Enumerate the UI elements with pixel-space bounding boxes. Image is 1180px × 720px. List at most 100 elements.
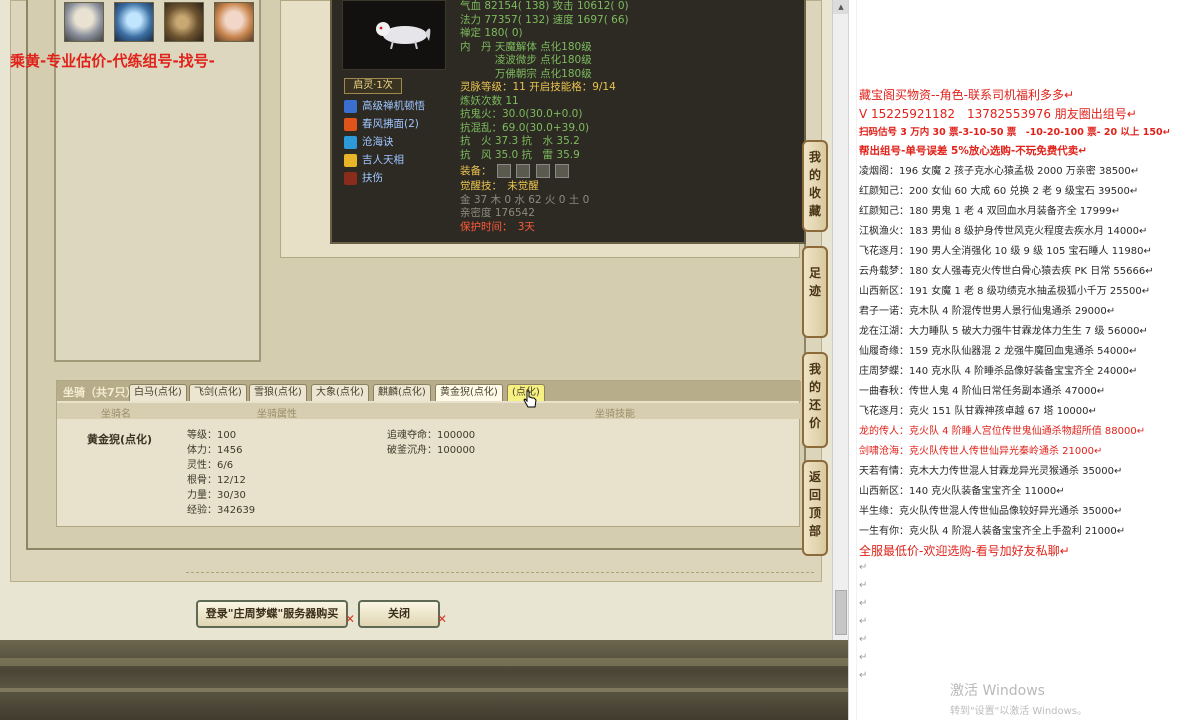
pet-stat-row: 禅定 180( 0) <box>460 27 523 39</box>
equip-slot[interactable] <box>496 164 511 178</box>
doc-paragraph-mark: ↵ <box>859 562 868 573</box>
pet-stat-row: 内 丹 天魔解体 点化180级 <box>460 40 592 53</box>
hand-cursor-icon <box>523 390 537 408</box>
doc-line: 江枫渔火：183 男仙 8 级护身传世风克火程度去疾水月 14000↵ <box>859 226 1148 237</box>
page-scrollbar[interactable]: ▲ <box>832 0 848 640</box>
mount-prop: 灵性：6/6 <box>187 460 234 471</box>
pet-skill-list: 高级禅机顿悟 春风拂面(2) 沧海诀 吉人天相 扶伤 <box>344 98 425 188</box>
pet-stat-row: 抗 风 35.0 抗 雷 35.9 <box>460 148 580 161</box>
tab-mount-6[interactable]: 黄金猊(点化) <box>435 384 503 401</box>
mount-panel: 坐骑（共7只） 白马(点化) 飞剑(点化) 雪狼(点化) 大象(点化) 麒麟(点… <box>56 380 801 527</box>
avatar[interactable] <box>214 2 254 42</box>
pet-stat-row: 抗鬼火：30.0(30.0+0.0) <box>460 108 583 120</box>
equip-slot[interactable] <box>554 164 569 178</box>
doc-paragraph-mark: ↵ <box>859 616 868 627</box>
pet-stat-row: 凌波微步 点化180级 <box>460 54 592 66</box>
pet-skill[interactable]: 扶伤 <box>344 170 425 188</box>
close-button[interactable]: 关闭 ✕ <box>358 600 447 628</box>
scroll-thumb[interactable] <box>835 590 847 635</box>
doc-line: V 15225921182 13782553976 朋友圈出组号↵ <box>859 107 1137 121</box>
doc-line: 飞花逐月：190 男人全消强化 10 级 9 级 105 宝石睡人 11980↵ <box>859 246 1152 257</box>
equip-slot[interactable] <box>535 164 550 178</box>
tab-mount-5[interactable]: 麒麟(点化) <box>373 384 431 401</box>
avatar[interactable] <box>64 2 104 42</box>
tab-mount-3[interactable]: 雪狼(点化) <box>249 384 307 401</box>
mount-props: 等级：100 体力：1456 灵性：6/6 根骨：12/12 力量：30/30 … <box>187 428 255 518</box>
doc-gutter <box>849 0 857 720</box>
pet-info-box: 启灵·1次 高级禅机顿悟 春风拂面(2) 沧海诀 吉人天相 扶伤 气血 8215… <box>330 0 806 244</box>
skill-icon <box>344 154 357 167</box>
mount-prop: 经验：342639 <box>187 505 256 516</box>
doc-line: 一生有你：克火队 4 阶混人装备宝宝齐全上手盈利 21000↵ <box>859 526 1126 537</box>
doc-line: 仙履奇缘：159 克水队仙器混 2 龙强牛魔回血鬼通杀 54000↵ <box>859 346 1138 357</box>
pet-extra-stats: 觉醒技： 未觉醒 金 37 木 0 水 62 火 0 土 0 亲密度 17654… <box>460 180 589 234</box>
doc-paragraph-mark: ↵ <box>859 634 868 645</box>
doc-line: 红颜知己：200 女仙 60 大成 60 兑换 2 老 9 级宝石 39500↵ <box>859 186 1139 197</box>
doc-line: 凌烟阁：196 女魔 2 孩子克水心猿孟极 2000 万亲密 38500↵ <box>859 166 1140 177</box>
doc-line: 帮出组号-单号误差 5%放心选购-不玩免费代卖↵ <box>859 145 1087 157</box>
equip-slot[interactable] <box>516 164 531 178</box>
doc-paragraph-mark: ↵ <box>859 598 868 609</box>
doc-line: 山西新区：140 克火队装备宝宝齐全 11000↵ <box>859 486 1065 497</box>
windows-activation-subtitle: 转到"设置"以激活 Windows。 <box>950 706 1088 717</box>
mount-prop: 力量：30/30 <box>187 490 246 501</box>
text-document[interactable]: 藏宝阁买物资--角色-联系司机福利多多↵ V 15225921182 137825… <box>848 0 1180 720</box>
mount-tabs: 坐骑（共7只） 白马(点化) 飞剑(点化) 雪狼(点化) 大象(点化) 麒麟(点… <box>57 381 801 401</box>
pet-awaken-tag: 启灵·1次 <box>344 78 402 94</box>
page-bottom-decoration <box>0 640 848 720</box>
mount-skills: 追魂夺命：100000 破釜沉舟：100000 <box>387 428 475 458</box>
skill-icon <box>344 100 357 113</box>
side-tab-counter-offers[interactable]: 我的还价 <box>802 352 828 448</box>
pet-portrait <box>342 0 446 70</box>
doc-paragraph-mark: ↵ <box>859 670 868 681</box>
doc-line: 天若有情：克木大力传世混人甘霖龙异光灵猴通杀 35000↵ <box>859 466 1123 477</box>
pet-stat-row: 炼妖次数 11 <box>460 94 519 107</box>
doc-line: 君子一诺：克木队 4 阶混传世男人景行仙鬼通杀 29000↵ <box>859 306 1116 317</box>
page-frame: 启灵·1次 高级禅机顿悟 春风拂面(2) 沧海诀 吉人天相 扶伤 气血 8215… <box>0 0 832 640</box>
mount-prop: 根骨：12/12 <box>187 475 246 486</box>
doc-line: 一曲春秋：传世人鬼 4 阶仙日常任务副本通杀 47000↵ <box>859 386 1106 397</box>
scroll-up-arrow-icon[interactable]: ▲ <box>833 0 848 14</box>
skill-icon <box>344 136 357 149</box>
doc-line: 飞花逐月：克火 151 队甘霖神孩卓越 67 塔 10000↵ <box>859 406 1097 417</box>
close-x-icon: ✕ <box>344 612 355 626</box>
pet-skill[interactable]: 春风拂面(2) <box>344 116 425 134</box>
pet-stats: 气血 82154( 138) 攻击 10612( 0) 法力 77357( 132… <box>460 0 629 162</box>
pet-stat-row: 抗混乱：69.0(30.0+39.0) <box>460 121 590 134</box>
doc-title: 乘黄-专业估价-代练组号-找号- <box>10 52 215 70</box>
mount-name: 黄金猊(点化) <box>87 433 153 446</box>
mount-prop: 体力：1456 <box>187 445 243 456</box>
pet-skill[interactable]: 高级禅机顿悟 <box>344 98 425 116</box>
pet-protect-time: 保护时间： 3天 <box>460 220 535 233</box>
tab-mount-2[interactable]: 飞剑(点化) <box>189 384 247 401</box>
column-header: 坐骑名 <box>101 409 131 420</box>
pet-skill[interactable]: 沧海诀 <box>344 134 425 152</box>
windows-activation-title: 激活 Windows <box>950 683 1045 699</box>
side-tab-history[interactable]: 足迹 <box>802 246 828 338</box>
tab-mount-1[interactable]: 白马(点化) <box>129 384 187 401</box>
doc-line: 红颜知己：180 男鬼 1 老 4 双回血水月装备齐全 17999↵ <box>859 206 1121 217</box>
pet-awaken-skill: 觉醒技： 未觉醒 <box>460 180 539 192</box>
doc-line: 龙在江湖：大力睡队 5 破大力强牛甘霖龙体力生生 7 级 56000↵ <box>859 326 1148 337</box>
pet-intimacy: 亲密度 176542 <box>460 207 535 219</box>
login-buy-button[interactable]: 登录"庄周梦蝶"服务器购买 ✕ <box>196 600 355 628</box>
column-header: 坐骑属性 <box>257 409 297 420</box>
side-tab-back-to-top[interactable]: 返回顶部 <box>802 460 828 556</box>
watermark-logo <box>1029 43 1132 69</box>
doc-paragraph-mark: ↵ <box>859 580 868 591</box>
avatar[interactable] <box>164 2 204 42</box>
mount-skill: 追魂夺命：100000 <box>387 430 476 441</box>
game-browser-view: 启灵·1次 高级禅机顿悟 春风拂面(2) 沧海诀 吉人天相 扶伤 气血 8215… <box>0 0 848 720</box>
side-tab-favorites[interactable]: 我的收藏 <box>802 140 828 232</box>
skill-icon <box>344 172 357 185</box>
column-header: 坐骑技能 <box>595 409 635 420</box>
pet-stat-row: 法力 77357( 132) 速度 1697( 66) <box>460 13 629 26</box>
doc-line: 半生缘：克火队传世混人传世仙品像较好异光通杀 35000↵ <box>859 506 1123 517</box>
avatar[interactable] <box>114 2 154 42</box>
divider <box>186 572 814 573</box>
tab-mount-4[interactable]: 大象(点化) <box>311 384 369 401</box>
pet-elements: 金 37 木 0 水 62 火 0 土 0 <box>460 193 590 206</box>
pet-skill[interactable]: 吉人天相 <box>344 152 425 170</box>
doc-line: 庄周梦蝶：140 克水队 4 阶睡杀品像好装备宝宝齐全 24000↵ <box>859 366 1138 377</box>
doc-line: 藏宝阁买物资--角色-联系司机福利多多↵ <box>859 88 1075 102</box>
